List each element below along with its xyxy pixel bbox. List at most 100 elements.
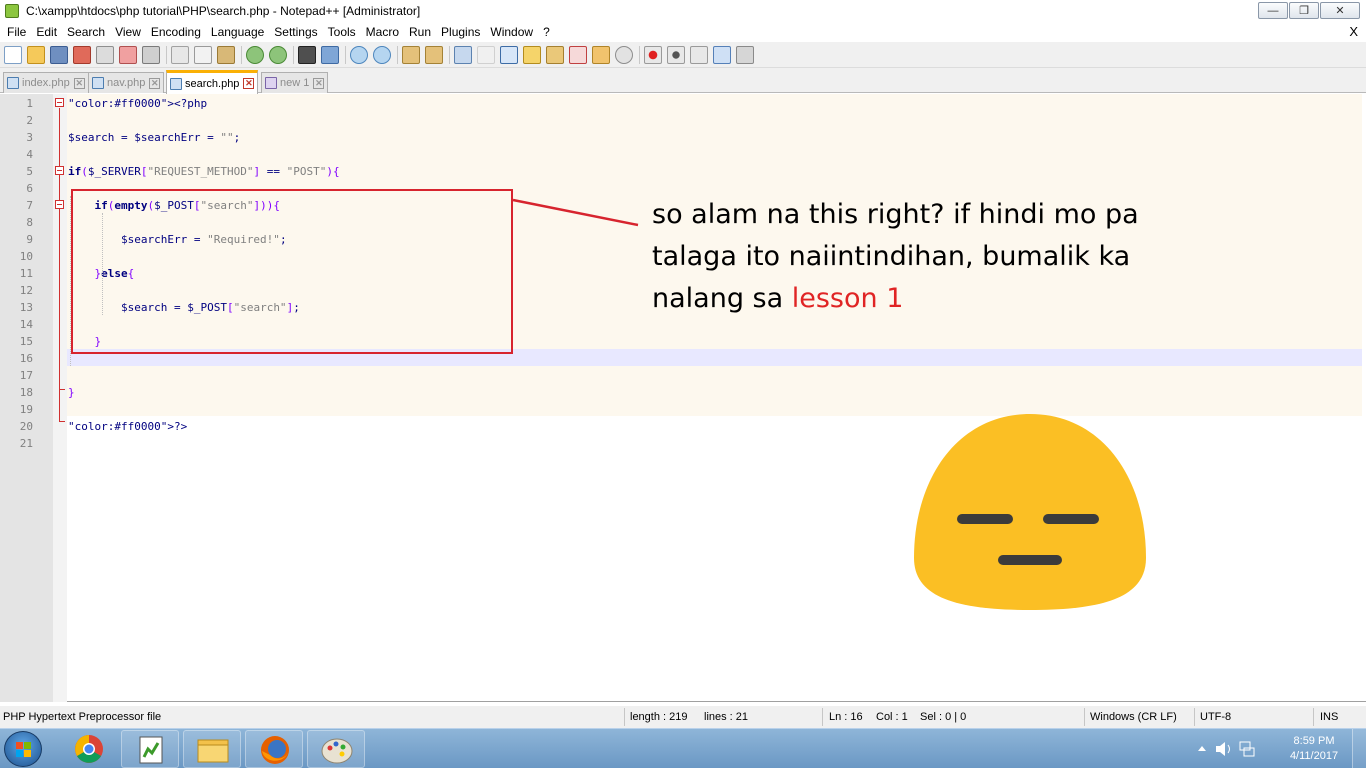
- line-number: 1: [26, 97, 33, 110]
- save-icon[interactable]: [50, 45, 68, 64]
- tab-new-1[interactable]: new 1 ✕: [261, 72, 329, 93]
- code-line: }: [68, 386, 75, 399]
- notepadpp-app-icon: [5, 4, 19, 18]
- menu-file[interactable]: File: [2, 25, 31, 39]
- open-file-icon[interactable]: [27, 45, 45, 64]
- annotation-highlight-text: lesson 1: [791, 283, 904, 314]
- play-multiple-icon[interactable]: [713, 45, 731, 64]
- tab-label: new 1: [280, 77, 310, 89]
- menu-tools[interactable]: Tools: [323, 25, 361, 39]
- php-file-icon: [170, 77, 182, 90]
- status-separator: [822, 708, 823, 726]
- tab-close-icon[interactable]: ✕: [149, 77, 161, 89]
- zoom-out-icon[interactable]: [373, 45, 391, 64]
- firefox-icon[interactable]: [245, 730, 303, 768]
- line-number: 19: [19, 403, 33, 416]
- sync-vertical-icon[interactable]: [402, 45, 420, 64]
- toolbar-separator: [449, 45, 450, 64]
- menu-search[interactable]: Search: [62, 25, 110, 39]
- tab-close-icon[interactable]: ✕: [73, 77, 85, 89]
- copy-icon[interactable]: [194, 45, 212, 64]
- tab-index-php[interactable]: index.php ✕: [3, 72, 89, 93]
- play-macro-icon[interactable]: [690, 45, 708, 64]
- line-number: 12: [19, 284, 33, 297]
- replace-icon[interactable]: [321, 45, 339, 64]
- system-clock[interactable]: 8:59 PM 4/11/2017: [1284, 734, 1344, 764]
- clock-time: 8:59 PM: [1293, 735, 1335, 747]
- line-number: 9: [26, 233, 33, 246]
- stop-macro-icon[interactable]: [667, 45, 685, 64]
- status-length: length : 219: [630, 711, 688, 723]
- indent-guide-icon[interactable]: [500, 45, 518, 64]
- status-encoding[interactable]: UTF-8: [1200, 711, 1231, 723]
- code-editor[interactable]: 1 2 3 4 5 6 7 8 9 10 11 12 13 14 15 16 17 18 19 20 21 "color:…: [0, 94, 1366, 702]
- cut-icon[interactable]: [171, 45, 189, 64]
- menu-language[interactable]: Language: [206, 25, 269, 39]
- show-all-chars-icon[interactable]: [477, 45, 495, 64]
- monitoring-icon[interactable]: [615, 45, 633, 64]
- tab-nav-php[interactable]: nav.php ✕: [88, 72, 165, 93]
- minimize-button[interactable]: —: [1258, 2, 1288, 19]
- status-bar: PHP Hypertext Preprocessor file length :…: [0, 706, 1366, 728]
- status-separator: [1313, 708, 1314, 726]
- undo-icon[interactable]: [246, 45, 264, 64]
- menu-macro[interactable]: Macro: [361, 25, 404, 39]
- toolbar-separator: [345, 45, 346, 64]
- close-all-icon[interactable]: [119, 45, 137, 64]
- save-macro-icon[interactable]: [736, 45, 754, 64]
- print-icon[interactable]: [142, 45, 160, 64]
- menu-encoding[interactable]: Encoding: [146, 25, 206, 39]
- show-desktop-button[interactable]: [1352, 729, 1366, 769]
- record-macro-icon[interactable]: [644, 45, 662, 64]
- menu-window[interactable]: Window: [485, 25, 538, 39]
- toolbar-separator: [241, 45, 242, 64]
- show-hidden-icons-icon[interactable]: [1198, 746, 1206, 751]
- status-eol[interactable]: Windows (CR LF): [1090, 711, 1177, 723]
- line-number: 14: [19, 318, 33, 331]
- explorer-icon[interactable]: [183, 730, 241, 768]
- udl-icon[interactable]: [523, 45, 541, 64]
- tab-close-icon[interactable]: ✕: [243, 78, 255, 89]
- new-file-icon: [265, 77, 277, 89]
- close-button[interactable]: ✕: [1320, 2, 1360, 19]
- network-icon[interactable]: [1239, 741, 1251, 751]
- fold-toggle-icon[interactable]: [55, 200, 64, 209]
- expressionless-face-emoji: [912, 398, 1148, 618]
- menu-run[interactable]: Run: [404, 25, 436, 39]
- title-bar: C:\xampp\htdocs\php tutorial\PHP\search.…: [0, 0, 1366, 22]
- sync-horizontal-icon[interactable]: [425, 45, 443, 64]
- fold-toggle-icon[interactable]: [55, 166, 64, 175]
- start-button[interactable]: [4, 731, 42, 767]
- status-selection: Sel : 0 | 0: [920, 711, 967, 723]
- tab-search-php[interactable]: search.php ✕: [166, 70, 259, 94]
- fold-margin: [53, 94, 67, 702]
- line-number: 13: [19, 301, 33, 314]
- fold-toggle-icon[interactable]: [55, 98, 64, 107]
- toolbar-separator: [293, 45, 294, 64]
- paint-icon[interactable]: [307, 730, 365, 768]
- menu-plugins[interactable]: Plugins: [436, 25, 485, 39]
- tab-bar: index.php ✕ nav.php ✕ search.php ✕ new 1…: [0, 68, 1366, 94]
- save-all-icon[interactable]: [73, 45, 91, 64]
- folder-workspace-icon[interactable]: [592, 45, 610, 64]
- restore-button[interactable]: ❐: [1289, 2, 1319, 19]
- notepadpp-icon[interactable]: [121, 730, 179, 768]
- document-close-button[interactable]: X: [1349, 24, 1358, 39]
- word-wrap-icon[interactable]: [454, 45, 472, 64]
- line-number: 10: [19, 250, 33, 263]
- volume-icon[interactable]: [1216, 742, 1225, 756]
- menu-edit[interactable]: Edit: [31, 25, 62, 39]
- menu-settings[interactable]: Settings: [269, 25, 322, 39]
- menu-view[interactable]: View: [110, 25, 146, 39]
- chrome-icon[interactable]: [60, 730, 118, 768]
- close-file-icon[interactable]: [96, 45, 114, 64]
- zoom-in-icon[interactable]: [350, 45, 368, 64]
- doc-map-icon[interactable]: [546, 45, 564, 64]
- paste-icon[interactable]: [217, 45, 235, 64]
- redo-icon[interactable]: [269, 45, 287, 64]
- find-icon[interactable]: [298, 45, 316, 64]
- tab-close-icon[interactable]: ✕: [313, 77, 325, 89]
- menu-help[interactable]: ?: [538, 25, 555, 39]
- new-file-icon[interactable]: [4, 45, 22, 64]
- function-list-icon[interactable]: [569, 45, 587, 64]
